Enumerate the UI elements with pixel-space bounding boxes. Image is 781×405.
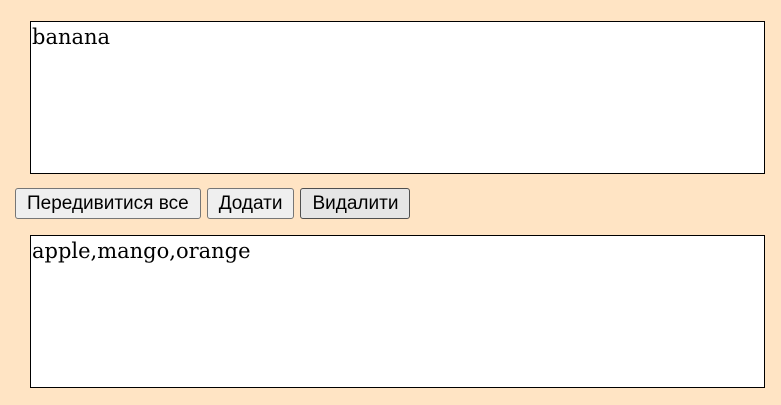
add-button[interactable]: Додати: [206, 188, 295, 219]
delete-button[interactable]: Видалити: [300, 188, 411, 219]
bottom-text-box[interactable]: apple,mango,orange: [30, 235, 765, 388]
view-all-button[interactable]: Передивитися все: [15, 188, 201, 219]
top-text-box[interactable]: banana: [30, 21, 765, 174]
button-row: Передивитися все Додати Видалити: [15, 188, 411, 219]
